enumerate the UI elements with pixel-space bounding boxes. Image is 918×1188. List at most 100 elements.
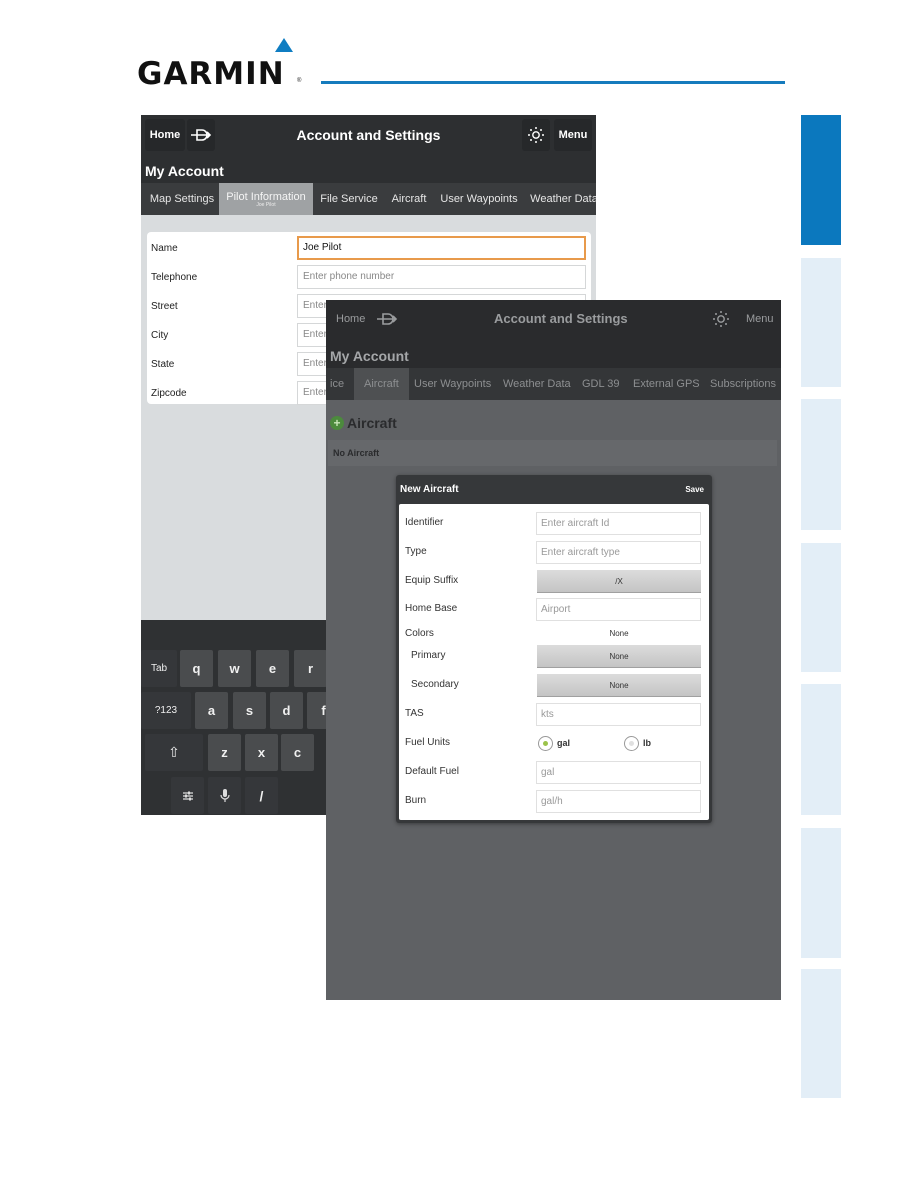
tas-label: TAS [405, 708, 424, 719]
settings-tabs: ice Aircraft User Waypoints Weather Data… [326, 368, 781, 400]
key-shift[interactable]: ⇧ [145, 734, 203, 771]
side-tab-7[interactable] [801, 969, 841, 1098]
equip-suffix-label: Equip Suffix [405, 575, 459, 586]
name-input[interactable]: Joe Pilot [297, 236, 586, 260]
sun-icon [528, 127, 544, 143]
tab-map-settings[interactable]: Map Settings [145, 183, 219, 215]
row-tas: TAS kts [399, 700, 709, 728]
microphone-icon [219, 788, 230, 802]
fuel-units-label: Fuel Units [405, 737, 451, 748]
radio-unselected-dot [629, 741, 634, 746]
tas-input[interactable]: kts [536, 703, 701, 726]
default-fuel-input[interactable]: gal [536, 761, 701, 784]
street-label: Street [151, 301, 178, 312]
tab-subscriptions[interactable]: Subscriptions [710, 368, 776, 400]
flight-plan-icon[interactable] [376, 312, 398, 326]
zipcode-label: Zipcode [151, 388, 187, 399]
tab-weather-data[interactable]: Weather Data [529, 183, 596, 215]
tab-pilot-information[interactable]: Pilot Information Joe Pilot [219, 183, 313, 215]
home-base-label: Home Base [405, 603, 458, 614]
type-label: Type [405, 546, 427, 557]
key-e[interactable]: e [256, 650, 289, 687]
aircraft-screen: Home Account and Settings Menu My Accoun… [326, 300, 781, 1000]
key-w[interactable]: w [218, 650, 251, 687]
burn-label: Burn [405, 795, 427, 806]
equip-suffix-button[interactable]: /X [537, 570, 701, 593]
flight-plan-button[interactable] [187, 119, 215, 151]
header-rule [321, 81, 785, 84]
no-aircraft-row: No Aircraft [328, 440, 777, 466]
logo-triangle-icon [275, 38, 293, 52]
primary-color-button[interactable]: None [537, 645, 701, 668]
burn-input[interactable]: gal/h [536, 790, 701, 813]
logo-text: GARMIN [137, 56, 285, 92]
side-tab-1[interactable] [801, 115, 841, 245]
aircraft-heading: + Aircraft [330, 413, 397, 433]
telephone-input[interactable]: Enter phone number [297, 265, 586, 289]
add-aircraft-icon[interactable]: + [330, 416, 344, 430]
registered-mark: ® [297, 78, 302, 84]
menu-button[interactable]: Menu [746, 300, 774, 338]
key-d[interactable]: d [270, 692, 303, 729]
key-settings[interactable] [171, 777, 204, 814]
tab-aircraft[interactable]: Aircraft [389, 183, 429, 215]
app-title: Account and Settings [296, 127, 441, 143]
radio-lb[interactable] [624, 736, 639, 751]
key-microphone[interactable] [208, 777, 241, 814]
identifier-input[interactable]: Enter aircraft Id [536, 512, 701, 535]
app-bar: Home Account and Settings Menu [141, 115, 596, 155]
sliders-icon [182, 791, 193, 800]
radio-selected-dot [543, 741, 548, 746]
radio-gal[interactable] [538, 736, 553, 751]
app-bar-dimmed: Home Account and Settings Menu [326, 300, 781, 338]
row-default-fuel: Default Fuel gal [399, 758, 709, 786]
garmin-logo: GARMIN ® [137, 38, 307, 92]
tab-sublabel: Joe Pilot [256, 202, 276, 208]
sun-icon[interactable] [712, 310, 730, 328]
save-button[interactable]: Save [685, 475, 704, 503]
tab-file-service-partial[interactable]: ice [330, 368, 344, 400]
row-burn: Burn gal/h [399, 787, 709, 815]
key-z[interactable]: z [208, 734, 241, 771]
key-symbols[interactable]: ?123 [141, 692, 191, 729]
primary-label: Primary [411, 650, 446, 661]
key-x[interactable]: x [245, 734, 278, 771]
side-tab-6[interactable] [801, 828, 841, 958]
row-identifier: Identifier Enter aircraft Id [399, 509, 709, 537]
side-tab-4[interactable] [801, 543, 841, 672]
home-base-input[interactable]: Airport [536, 598, 701, 621]
tab-user-waypoints[interactable]: User Waypoints [439, 183, 519, 215]
secondary-color-button[interactable]: None [537, 674, 701, 697]
tab-file-service[interactable]: File Service [317, 183, 381, 215]
key-tab[interactable]: Tab [141, 650, 177, 687]
tab-user-waypoints[interactable]: User Waypoints [414, 368, 491, 400]
default-fuel-label: Default Fuel [405, 766, 459, 777]
side-tab-3[interactable] [801, 399, 841, 530]
side-tab-2[interactable] [801, 258, 841, 387]
row-secondary: Secondary None [399, 671, 709, 699]
tab-weather-data[interactable]: Weather Data [503, 368, 571, 400]
brightness-button[interactable] [522, 119, 550, 151]
side-tab-5[interactable] [801, 684, 841, 815]
menu-button[interactable]: Menu [554, 119, 592, 151]
home-button[interactable]: Home [336, 300, 365, 338]
new-aircraft-dialog: New Aircraft Save Identifier Enter aircr… [396, 475, 712, 823]
home-button[interactable]: Home [145, 119, 185, 151]
key-s[interactable]: s [233, 692, 266, 729]
tab-external-gps[interactable]: External GPS [633, 368, 700, 400]
form-row-name: Name Joe Pilot [147, 234, 591, 263]
flight-plan-icon [191, 129, 212, 141]
dialog-body: Identifier Enter aircraft Id Type Enter … [399, 504, 709, 820]
tab-gdl-39[interactable]: GDL 39 [582, 368, 620, 400]
type-input[interactable]: Enter aircraft type [536, 541, 701, 564]
city-label: City [151, 330, 169, 341]
key-c[interactable]: c [281, 734, 314, 771]
name-label: Name [151, 243, 178, 254]
key-slash[interactable]: / [245, 777, 278, 814]
row-equip-suffix: Equip Suffix /X [399, 567, 709, 595]
key-a[interactable]: a [195, 692, 228, 729]
row-type: Type Enter aircraft type [399, 538, 709, 566]
key-q[interactable]: q [180, 650, 213, 687]
key-r[interactable]: r [294, 650, 327, 687]
tab-aircraft[interactable]: Aircraft [354, 368, 409, 400]
